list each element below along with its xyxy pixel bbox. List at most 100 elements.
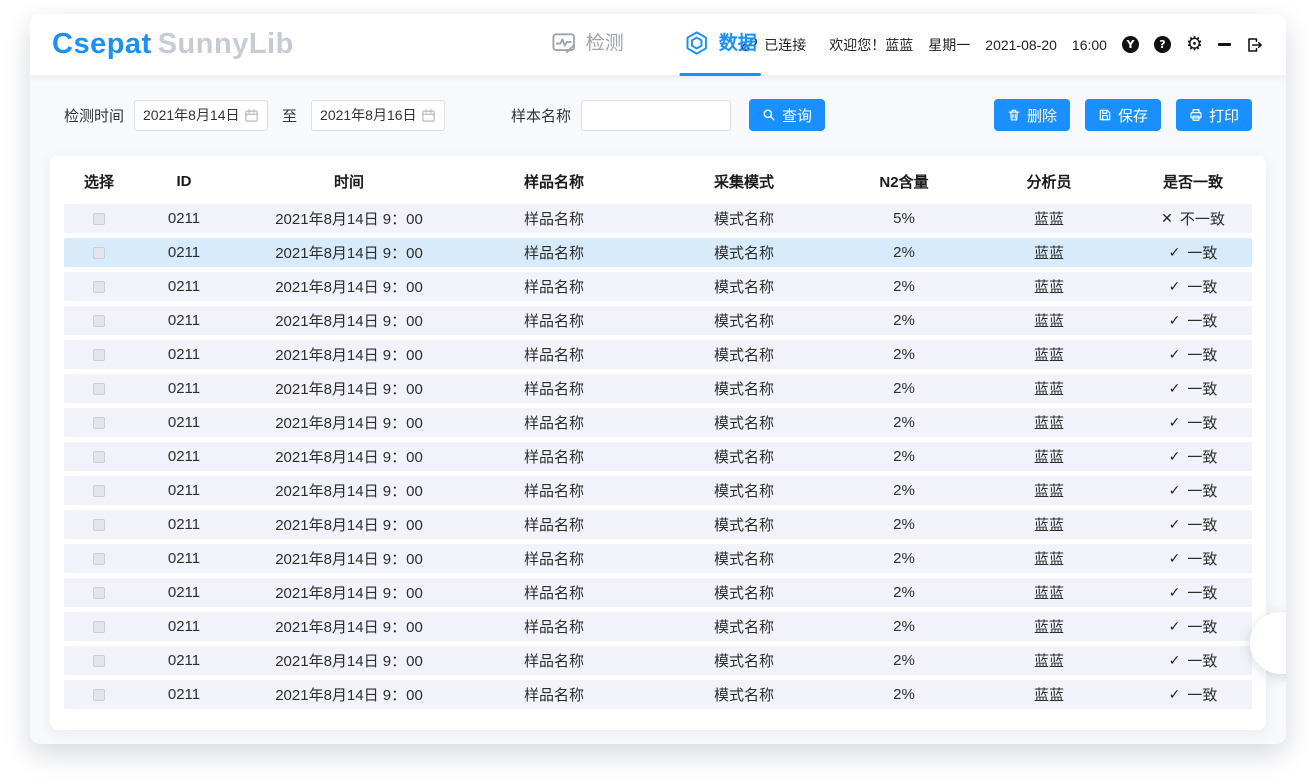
sample-name-input[interactable]: [581, 100, 731, 131]
table-row[interactable]: 0211 2021年8月14日 9：00 样品名称 模式名称 2% 蓝蓝 ✓ 一…: [64, 272, 1252, 301]
table-row[interactable]: 0211 2021年8月14日 9：00 样品名称 模式名称 2% 蓝蓝 ✓ 一…: [64, 510, 1252, 539]
row-status: 一致: [1187, 514, 1217, 535]
table-row[interactable]: 0211 2021年8月14日 9：00 样品名称 模式名称 5% 蓝蓝 ✕ 不…: [64, 204, 1252, 233]
row-status: 一致: [1187, 276, 1217, 297]
row-checkbox[interactable]: [93, 519, 105, 531]
table-row[interactable]: 0211 2021年8月14日 9：00 样品名称 模式名称 2% 蓝蓝 ✓ 一…: [64, 680, 1252, 709]
row-time: 2021年8月14日 9：00: [234, 344, 464, 365]
row-time: 2021年8月14日 9：00: [234, 514, 464, 535]
row-sample: 样品名称: [464, 616, 644, 637]
row-time: 2021年8月14日 9：00: [234, 208, 464, 229]
row-status: 一致: [1187, 548, 1217, 569]
table-row[interactable]: 0211 2021年8月14日 9：00 样品名称 模式名称 2% 蓝蓝 ✓ 一…: [64, 306, 1252, 335]
row-status: 一致: [1187, 412, 1217, 433]
row-id: 0211: [134, 448, 234, 465]
row-n2: 2%: [844, 516, 964, 533]
row-analyst: 蓝蓝: [964, 548, 1134, 569]
table-row[interactable]: 0211 2021年8月14日 9：00 样品名称 模式名称 2% 蓝蓝 ✓ 一…: [64, 340, 1252, 369]
table-row[interactable]: 0211 2021年8月14日 9：00 样品名称 模式名称 2% 蓝蓝 ✓ 一…: [64, 442, 1252, 471]
row-checkbox[interactable]: [93, 349, 105, 361]
row-sample: 样品名称: [464, 684, 644, 705]
row-mode: 模式名称: [644, 344, 844, 365]
table-row[interactable]: 0211 2021年8月14日 9：00 样品名称 模式名称 2% 蓝蓝 ✓ 一…: [64, 612, 1252, 641]
trash-icon: [1007, 108, 1021, 122]
table-row[interactable]: 0211 2021年8月14日 9：00 样品名称 模式名称 2% 蓝蓝 ✓ 一…: [64, 408, 1252, 437]
print-button-label: 打印: [1209, 105, 1239, 126]
row-time: 2021年8月14日 9：00: [234, 684, 464, 705]
sample-filter-group: 样本名称 查询: [511, 99, 825, 131]
row-mode: 模式名称: [644, 242, 844, 263]
row-time: 2021年8月14日 9：00: [234, 276, 464, 297]
delete-button[interactable]: 删除: [994, 99, 1070, 131]
table-row[interactable]: 0211 2021年8月14日 9：00 样品名称 模式名称 2% 蓝蓝 ✓ 一…: [64, 578, 1252, 607]
row-checkbox[interactable]: [93, 315, 105, 327]
row-sample: 样品名称: [464, 514, 644, 535]
row-analyst: 蓝蓝: [964, 242, 1134, 263]
row-n2: 2%: [844, 346, 964, 363]
table-row[interactable]: 0211 2021年8月14日 9：00 样品名称 模式名称 2% 蓝蓝 ✓ 一…: [64, 544, 1252, 573]
hexagon-data-icon: [684, 30, 710, 56]
brand-badge-icon[interactable]: Y: [1122, 36, 1139, 53]
row-checkbox[interactable]: [93, 655, 105, 667]
row-status: 一致: [1187, 310, 1217, 331]
row-checkbox[interactable]: [93, 451, 105, 463]
row-sample: 样品名称: [464, 310, 644, 331]
row-checkbox[interactable]: [93, 383, 105, 395]
row-time: 2021年8月14日 9：00: [234, 616, 464, 637]
status-icon: ✓: [1169, 585, 1181, 601]
table-header-row: 选择 ID 时间 样品名称 采集模式 N2含量 分析员 是否一致: [64, 158, 1252, 204]
row-mode: 模式名称: [644, 514, 844, 535]
row-mode: 模式名称: [644, 616, 844, 637]
row-id: 0211: [134, 414, 234, 431]
row-n2: 5%: [844, 210, 964, 227]
row-checkbox[interactable]: [93, 553, 105, 565]
row-checkbox[interactable]: [93, 281, 105, 293]
row-id: 0211: [134, 482, 234, 499]
row-analyst: 蓝蓝: [964, 310, 1134, 331]
table-body: 0211 2021年8月14日 9：00 样品名称 模式名称 5% 蓝蓝 ✕ 不…: [64, 204, 1252, 709]
col-mode: 采集模式: [644, 171, 844, 192]
status-icon: ✓: [1169, 653, 1181, 669]
row-mode: 模式名称: [644, 684, 844, 705]
row-sample: 样品名称: [464, 412, 644, 433]
row-checkbox[interactable]: [93, 621, 105, 633]
table-row[interactable]: 0211 2021年8月14日 9：00 样品名称 模式名称 2% 蓝蓝 ✓ 一…: [64, 238, 1252, 267]
exit-icon[interactable]: [1246, 36, 1264, 54]
row-id: 0211: [134, 244, 234, 261]
status-icon: ✕: [1161, 211, 1173, 227]
header-right: 已连接 欢迎您！蓝蓝 星期一 2021-08-20 16:00 Y ? ⚙: [741, 35, 1264, 55]
row-id: 0211: [134, 652, 234, 669]
header: Csepat SunnyLib 检测: [30, 14, 1286, 76]
settings-gear-icon[interactable]: ⚙: [1186, 35, 1203, 54]
row-checkbox[interactable]: [93, 689, 105, 701]
table-row[interactable]: 0211 2021年8月14日 9：00 样品名称 模式名称 2% 蓝蓝 ✓ 一…: [64, 646, 1252, 675]
row-sample: 样品名称: [464, 344, 644, 365]
row-time: 2021年8月14日 9：00: [234, 650, 464, 671]
date-from-input[interactable]: 2021年8月14日: [134, 100, 268, 131]
row-n2: 2%: [844, 686, 964, 703]
row-time: 2021年8月14日 9：00: [234, 548, 464, 569]
table-row[interactable]: 0211 2021年8月14日 9：00 样品名称 模式名称 2% 蓝蓝 ✓ 一…: [64, 374, 1252, 403]
row-checkbox[interactable]: [93, 485, 105, 497]
table-row[interactable]: 0211 2021年8月14日 9：00 样品名称 模式名称 2% 蓝蓝 ✓ 一…: [64, 476, 1252, 505]
row-checkbox[interactable]: [93, 587, 105, 599]
col-time: 时间: [234, 171, 464, 192]
row-checkbox[interactable]: [93, 247, 105, 259]
row-checkbox[interactable]: [93, 213, 105, 225]
tab-data[interactable]: 数据: [680, 14, 761, 76]
save-button[interactable]: 保存: [1085, 99, 1161, 131]
tab-detection[interactable]: 检测: [547, 14, 628, 76]
query-button[interactable]: 查询: [749, 99, 825, 131]
row-mode: 模式名称: [644, 276, 844, 297]
row-mode: 模式名称: [644, 208, 844, 229]
date-to-input[interactable]: 2021年8月16日: [311, 100, 445, 131]
print-button[interactable]: 打印: [1176, 99, 1252, 131]
minimize-icon[interactable]: [1218, 43, 1231, 46]
row-checkbox[interactable]: [93, 417, 105, 429]
tab-detection-label: 检测: [586, 14, 624, 73]
row-time: 2021年8月14日 9：00: [234, 310, 464, 331]
help-icon[interactable]: ?: [1154, 36, 1171, 53]
row-analyst: 蓝蓝: [964, 684, 1134, 705]
row-status: 一致: [1187, 378, 1217, 399]
calendar-icon: [244, 108, 259, 123]
